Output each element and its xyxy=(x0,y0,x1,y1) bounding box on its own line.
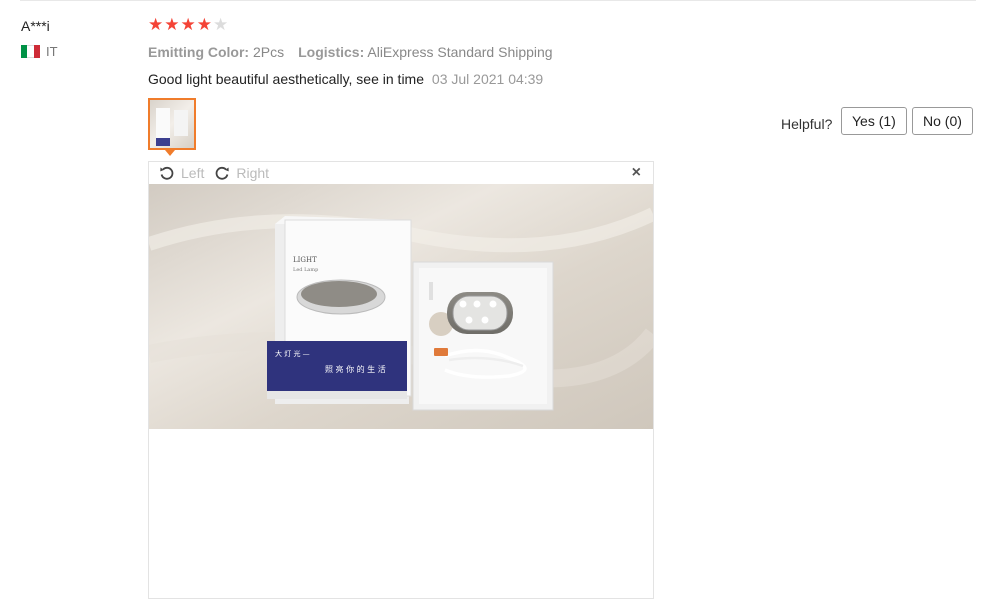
thumb-box-shape xyxy=(174,110,188,136)
product-tray xyxy=(412,261,554,411)
rotate-right-button[interactable]: Right xyxy=(214,165,269,181)
review-photo: LIGHT Led Lamp 大 灯 光 — 照 亮 你 的 生 活 xyxy=(149,184,653,429)
star-filled-icon: ★ xyxy=(196,15,212,34)
rotate-right-label: Right xyxy=(236,165,270,181)
box-subtitle-text: Led Lamp xyxy=(293,267,318,273)
attribute-value: AliExpress Standard Shipping xyxy=(367,44,553,60)
star-filled-icon: ★ xyxy=(148,15,164,34)
rotate-left-label: Left xyxy=(181,165,205,181)
star-filled-icon: ★ xyxy=(180,15,196,34)
rotate-right-icon xyxy=(216,166,230,180)
review-text: Good light beautiful aesthetically, see … xyxy=(148,71,425,87)
italy-flag-icon xyxy=(21,45,40,58)
viewer-toolbar: Left Right × xyxy=(149,162,653,184)
star-empty-icon: ★ xyxy=(213,15,229,34)
star-rating: ★ ★ ★ ★ ★ xyxy=(148,15,229,35)
review-date: 03 Jul 2021 04:39 xyxy=(431,71,544,87)
box-brand-text: LIGHT xyxy=(293,256,317,264)
helpful-no-button[interactable]: No (0) xyxy=(912,107,973,135)
reviewer-country: IT xyxy=(21,44,58,59)
helpful-label: Helpful? xyxy=(781,116,833,132)
rotate-left-button[interactable]: Left xyxy=(159,165,204,181)
close-icon[interactable]: × xyxy=(632,164,641,182)
review-photo-thumbnail[interactable] xyxy=(148,98,196,150)
reviewer-name: A***i xyxy=(21,18,50,34)
attribute-value: 2Pcs xyxy=(253,44,285,60)
attribute-key: Emitting Color: xyxy=(148,44,250,60)
star-filled-icon: ★ xyxy=(164,15,180,34)
thumb-box-shape xyxy=(156,108,170,146)
review-body: Good light beautiful aesthetically, see … xyxy=(148,71,543,87)
attribute-key: Logistics: xyxy=(298,44,365,60)
rotate-left-icon xyxy=(160,166,174,180)
order-attributes: Emitting Color: 2Pcs Logistics: AliExpre… xyxy=(148,44,567,60)
divider xyxy=(20,0,976,1)
attribute-logistics: Logistics: AliExpress Standard Shipping xyxy=(298,44,552,60)
product-box: LIGHT Led Lamp 大 灯 光 — 照 亮 你 的 生 活 xyxy=(267,216,412,404)
photo-viewer: Left Right × LIGHT Led Lamp 大 灯 光 — 照 亮 … xyxy=(148,161,654,599)
country-code: IT xyxy=(46,44,58,59)
active-thumbnail-caret-icon xyxy=(165,150,175,156)
box-tagline-1: 大 灯 光 — xyxy=(275,349,310,358)
helpful-yes-button[interactable]: Yes (1) xyxy=(841,107,907,135)
attribute-emitting-color: Emitting Color: 2Pcs xyxy=(148,44,284,60)
box-tagline-2: 照 亮 你 的 生 活 xyxy=(325,364,386,374)
